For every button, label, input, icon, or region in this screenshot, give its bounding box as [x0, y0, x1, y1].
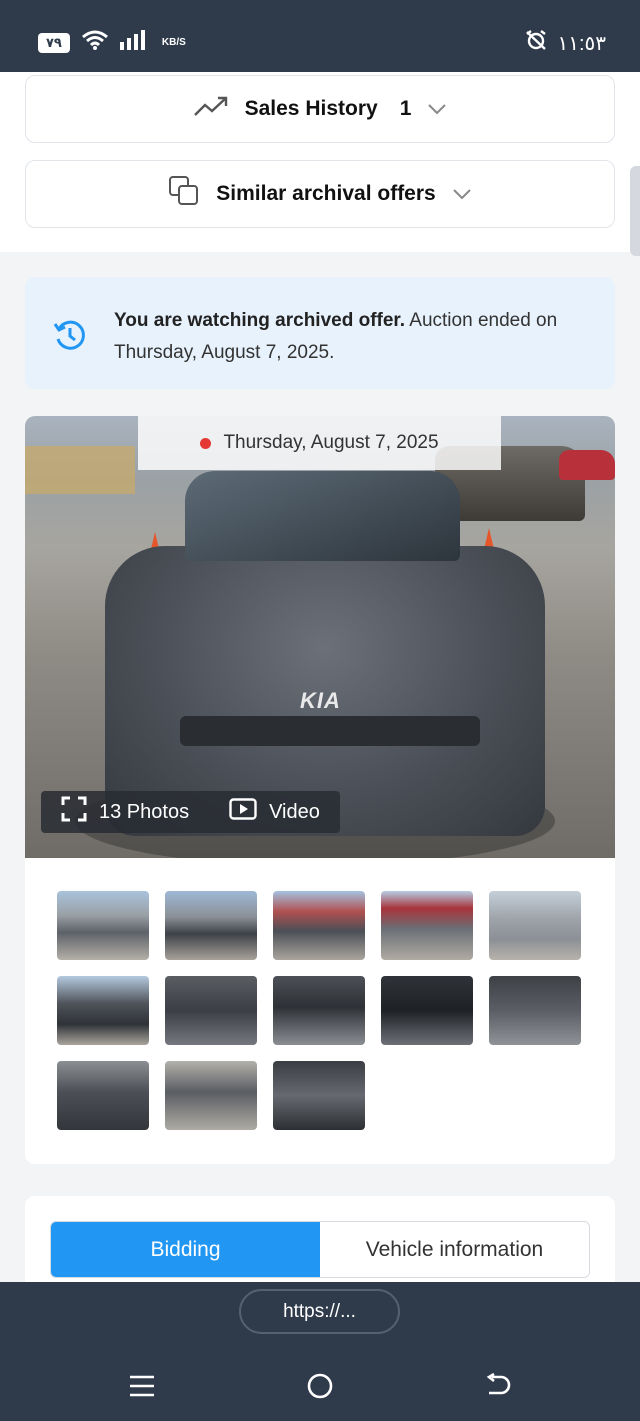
copy-icon — [168, 175, 200, 213]
status-left: ٧٩ KB/S — [38, 30, 186, 55]
network-speed: KB/S — [161, 36, 186, 48]
photos-label: 13 Photos — [99, 800, 190, 823]
wifi-icon — [81, 30, 108, 55]
play-icon — [229, 798, 257, 826]
history-icon — [52, 317, 88, 358]
home-icon[interactable] — [300, 1370, 340, 1402]
photo-background-fence — [25, 446, 135, 494]
page-content[interactable]: Sales History 1 Similar archival offers … — [0, 72, 640, 1282]
sales-history-label: Sales History — [244, 97, 378, 120]
video-label: Video — [269, 800, 320, 823]
thumbnail-12[interactable] — [165, 1061, 257, 1130]
alarm-off-icon — [525, 30, 547, 56]
thumbnail-9[interactable] — [381, 976, 473, 1045]
sales-history-count: 1 — [399, 97, 412, 120]
thumbnail-1[interactable] — [57, 891, 149, 960]
live-dot — [200, 437, 212, 449]
video-button[interactable]: Video — [209, 791, 340, 833]
browser-bar: https://... — [0, 1282, 640, 1421]
clock: ١١:٥٣ — [557, 32, 606, 55]
thumbnail-13[interactable] — [273, 1061, 365, 1130]
chevron-down-icon — [452, 182, 472, 206]
sales-history-accordion[interactable]: Sales History 1 — [25, 75, 615, 143]
menu-icon[interactable] — [122, 1370, 162, 1402]
media-controls: 13 Photos Video — [41, 791, 340, 833]
thumbnail-2[interactable] — [165, 891, 257, 960]
trending-up-icon — [193, 95, 229, 123]
archived-offer-notice: You are watching archived offer. Auction… — [25, 277, 615, 389]
similar-offers-accordion[interactable]: Similar archival offers — [25, 160, 615, 228]
scrollbar-thumb[interactable] — [630, 166, 640, 256]
thumbnail-8[interactable] — [273, 976, 365, 1045]
notice-strong: You are watching archived offer. — [114, 310, 406, 331]
thumbnail-7[interactable] — [165, 976, 257, 1045]
battery-indicator: ٧٩ — [38, 32, 70, 53]
tab-vehicle-information[interactable]: Vehicle information — [320, 1222, 589, 1277]
auction-date-badge: Thursday, August 7, 2025 — [138, 416, 501, 470]
thumbnail-10[interactable] — [489, 976, 581, 1045]
brand-logo: KIA — [300, 688, 341, 713]
thumbnail-3[interactable] — [273, 891, 365, 960]
back-icon[interactable] — [478, 1370, 518, 1402]
auction-date: Thursday, August 7, 2025 — [223, 432, 439, 453]
thumbnail-6[interactable] — [57, 976, 149, 1045]
details-tabs-card: Bidding Vehicle information — [25, 1196, 615, 1282]
similar-offers-label: Similar archival offers — [216, 182, 436, 205]
vehicle-main-photo[interactable]: KIA Thursday, August 7, 2025 13 Photos V… — [25, 416, 615, 858]
thumbnail-5[interactable] — [489, 891, 581, 960]
tab-bidding[interactable]: Bidding — [51, 1222, 320, 1277]
details-tabs: Bidding Vehicle information — [50, 1221, 590, 1278]
gallery-card: KIA Thursday, August 7, 2025 13 Photos V… — [25, 416, 615, 1164]
chevron-down-icon — [427, 97, 447, 121]
status-right: ١١:٥٣ — [525, 30, 606, 56]
status-bar: ٧٩ KB/S ١١:٥٣ — [0, 0, 640, 72]
url-bar[interactable]: https://... — [239, 1289, 400, 1334]
photos-button[interactable]: 13 Photos — [41, 791, 209, 833]
notice-text: You are watching archived offer. Auction… — [114, 305, 594, 369]
thumbnail-11[interactable] — [57, 1061, 149, 1130]
fullscreen-icon — [61, 796, 87, 828]
signal-icon — [119, 30, 150, 55]
thumbnail-4[interactable] — [381, 891, 473, 960]
photo-background-car — [559, 450, 615, 480]
car-grille — [180, 716, 480, 746]
car-windshield — [185, 471, 460, 561]
